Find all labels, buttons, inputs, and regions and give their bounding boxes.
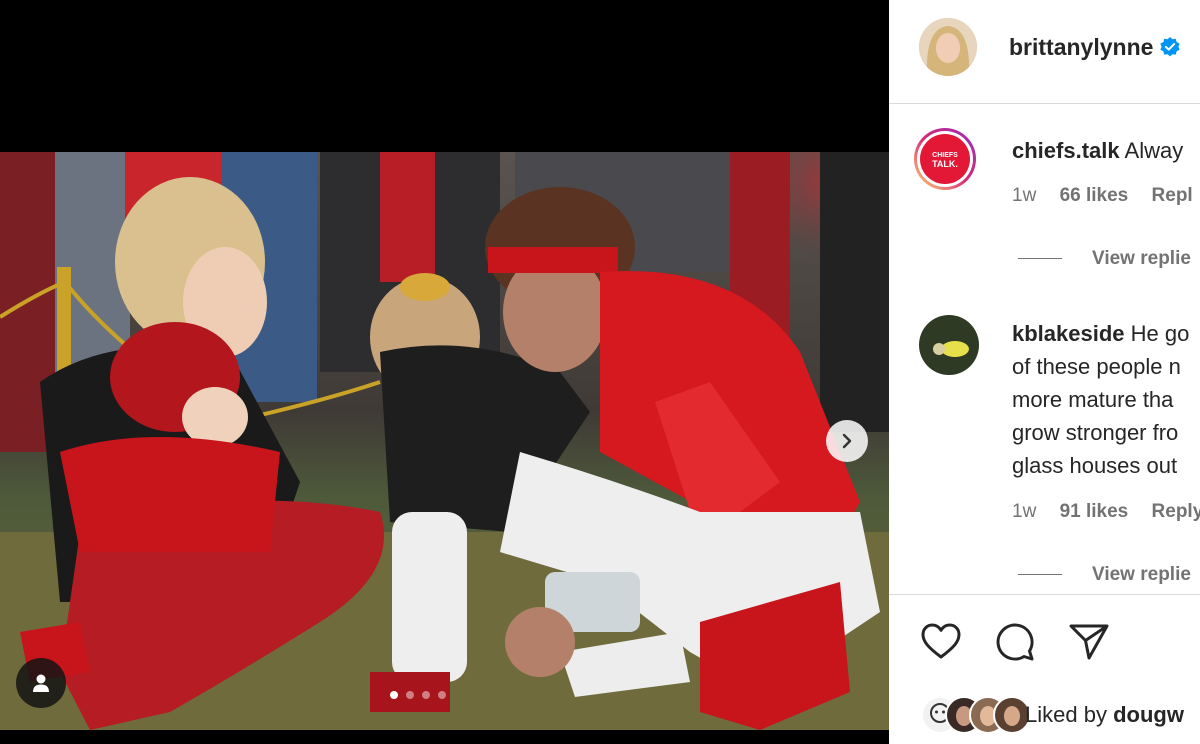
user-avatar-icon — [919, 315, 979, 375]
comment-text: kblakeside He go of these people n more … — [1012, 317, 1189, 482]
comment-time[interactable]: 1w — [1012, 501, 1036, 522]
photo-illustration — [0, 152, 889, 730]
paper-plane-icon — [1069, 624, 1109, 660]
comment-avatar[interactable]: CHIEFS TALK. — [913, 127, 977, 191]
comment-body-line-1: He go — [1130, 321, 1190, 346]
chiefs-talk-logo-icon: CHIEFS TALK. — [914, 128, 976, 190]
author-username: brittanylynne — [1009, 34, 1154, 60]
post-photo[interactable] — [0, 152, 889, 730]
carousel-dot-2 — [406, 691, 414, 699]
comment-body-line-5: glass houses out — [1012, 453, 1178, 478]
liked-by-prefix: Liked by — [1025, 702, 1114, 727]
comment-body-line-3: more mature tha — [1012, 387, 1174, 412]
comment-reply-button[interactable]: Reply — [1152, 501, 1200, 522]
comment-likes[interactable]: 66 likes — [1060, 185, 1129, 206]
author-avatar[interactable] — [919, 18, 977, 76]
comment-meta: 1w 91 likes Reply — [1012, 501, 1200, 523]
carousel-dot-4 — [438, 691, 446, 699]
comment-item: CHIEFS TALK. chiefs.talk Alway 1w 66 lik… — [889, 103, 1200, 303]
comment-item: kblakeside He go of these people n more … — [889, 303, 1200, 593]
view-replies-button[interactable]: View replie — [1018, 564, 1191, 586]
post-side-panel: brittanylynne CHIEFS TALK. chiefs.talk A… — [889, 0, 1200, 744]
author-username-link[interactable]: brittanylynne — [1009, 34, 1181, 61]
liked-by-user[interactable]: dougw — [1113, 702, 1184, 727]
chiefs-logo-text-bottom: TALK. — [932, 159, 958, 169]
comment-reply-button[interactable]: Repl — [1152, 185, 1193, 206]
comment-body-line-4: grow stronger fro — [1012, 420, 1179, 445]
tagged-people-button[interactable] — [16, 658, 66, 708]
comment-text: chiefs.talk Alway — [1012, 134, 1183, 167]
comment-username[interactable]: chiefs.talk — [1012, 138, 1120, 163]
comment-time[interactable]: 1w — [1012, 185, 1036, 206]
comment-body-line-2: of these people n — [1012, 354, 1181, 379]
person-icon — [33, 674, 49, 692]
chiefs-logo-text-top: CHIEFS — [932, 152, 958, 159]
liked-by-row: Liked by dougw — [921, 694, 1200, 738]
heart-icon — [921, 623, 961, 659]
comment-username[interactable]: kblakeside — [1012, 321, 1125, 346]
comment-button[interactable] — [993, 620, 1037, 664]
share-button[interactable] — [1067, 620, 1111, 664]
carousel-dot-3 — [422, 691, 430, 699]
author-avatar-image — [919, 18, 977, 76]
comment-likes[interactable]: 91 likes — [1060, 501, 1129, 522]
liker-avatar-image — [1004, 706, 1020, 726]
view-replies-button[interactable]: View replie — [1018, 248, 1191, 270]
liked-by-text: Liked by dougw — [1025, 702, 1184, 728]
verified-badge-icon — [1160, 37, 1181, 57]
comment-meta: 1w 66 likes Repl — [1012, 185, 1200, 207]
comment-avatar[interactable] — [919, 315, 979, 375]
post-header: brittanylynne — [889, 0, 1200, 104]
carousel-dot-1 — [390, 691, 398, 699]
comment-bubble-icon — [996, 623, 1034, 661]
chevron-right-icon — [842, 433, 852, 449]
post-media-pane — [0, 0, 889, 744]
comment-body: Alway — [1124, 138, 1184, 163]
carousel-next-button[interactable] — [826, 420, 868, 462]
actions-divider — [889, 594, 1200, 595]
carousel-indicator — [390, 691, 446, 699]
like-button[interactable] — [919, 620, 963, 664]
